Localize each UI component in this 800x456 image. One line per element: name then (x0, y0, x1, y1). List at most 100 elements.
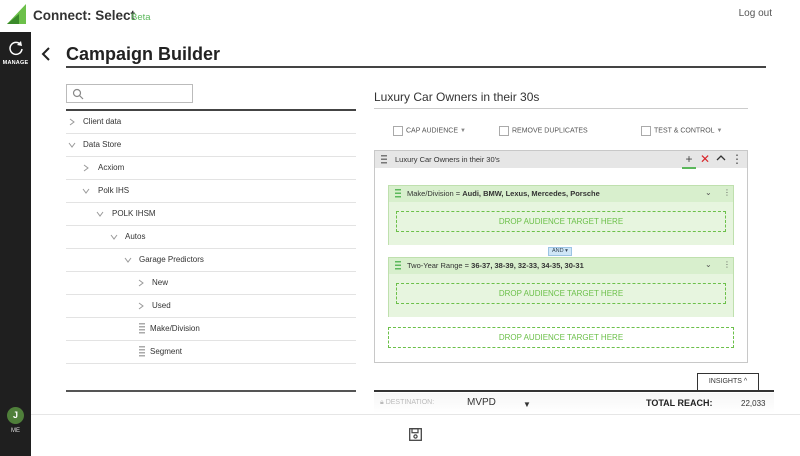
criteria-key: Make/Division (407, 189, 454, 198)
tree-item-label: Make/Division (150, 324, 200, 333)
close-icon[interactable]: ✕ (699, 153, 711, 165)
logout-link[interactable]: Log out (739, 8, 772, 19)
more-vertical-icon[interactable]: ⋮ (723, 188, 731, 197)
tree-item-used[interactable]: Used (66, 295, 356, 318)
search-icon (72, 88, 84, 100)
total-reach-value: 22,033 (741, 399, 766, 408)
caret-down-icon[interactable]: ▼ (717, 128, 723, 134)
chevron-down-icon[interactable]: ⌄ (705, 188, 712, 197)
test-control-checkbox[interactable] (641, 126, 651, 136)
drag-handle-icon[interactable] (139, 323, 145, 334)
and-operator-toggle[interactable]: AND ▾ (548, 247, 572, 256)
remove-duplicates-checkbox[interactable] (499, 126, 509, 136)
chevron-right-icon (137, 279, 145, 287)
chevron-down-icon (124, 256, 132, 264)
cap-audience-checkbox[interactable] (393, 126, 403, 136)
tree-item-label: Autos (125, 232, 146, 241)
chevron-right-icon (137, 302, 145, 310)
tree-item-label: Segment (150, 347, 183, 356)
chevron-down-icon (68, 141, 76, 149)
chevron-up-icon: ^ (743, 378, 748, 385)
chevron-down-icon (110, 233, 118, 241)
tree-item-acxiom[interactable]: Acxiom (66, 157, 356, 180)
chevron-up-icon[interactable] (715, 153, 727, 165)
builder-header: Luxury Car Owners in their 30's + ✕ ⋮ (375, 151, 747, 168)
drop-zone[interactable]: DROP AUDIENCE TARGET HERE (396, 283, 726, 304)
search-input[interactable] (66, 84, 193, 103)
segment-title-divider (374, 108, 748, 109)
add-active-indicator (682, 167, 696, 169)
criteria-values: 36-37, 38-39, 32-33, 34-35, 30-31 (471, 261, 584, 270)
criteria-group: Two-Year Range = 36-37, 38-39, 32-33, 34… (388, 257, 734, 317)
refresh-manage-icon[interactable] (8, 40, 24, 56)
tree-item-data-store[interactable]: Data Store (66, 134, 356, 157)
tree-item-label: Client data (83, 117, 122, 126)
criteria-group-body: DROP AUDIENCE TARGET HERE (389, 274, 733, 317)
remove-duplicates-label: REMOVE DUPLICATES (512, 127, 588, 135)
cap-audience-label: CAP AUDIENCE (406, 127, 458, 135)
destination-select[interactable]: MVPD (467, 397, 496, 408)
criteria-group-header: Make/Division = Audi, BMW, Lexus, Merced… (389, 186, 733, 201)
top-bar: Connect: Select Beta Log out (0, 0, 800, 32)
chevron-right-icon (82, 164, 90, 172)
and-label: AND (552, 248, 564, 254)
audience-builder: Luxury Car Owners in their 30's + ✕ ⋮ Ma… (374, 150, 748, 363)
tree-item-label: POLK IHSM (112, 209, 156, 218)
more-vertical-icon[interactable]: ⋮ (723, 260, 731, 269)
tree-item-autos[interactable]: Autos (66, 226, 356, 249)
destination-label-text: DESTINATION: (385, 399, 435, 406)
chevron-down-icon (96, 210, 104, 218)
criteria-expression: Make/Division = Audi, BMW, Lexus, Merced… (407, 189, 600, 198)
drag-handle-icon[interactable] (395, 261, 401, 270)
drag-handle-icon[interactable] (381, 155, 387, 164)
tree-item-polk-ihs[interactable]: Polk IHS (66, 180, 356, 203)
criteria-key: Two-Year Range (407, 261, 463, 270)
bottom-divider (374, 390, 774, 392)
tree-item-segment[interactable]: Segment (66, 341, 356, 364)
save-icon[interactable] (409, 428, 422, 441)
drop-zone[interactable]: DROP AUDIENCE TARGET HERE (396, 211, 726, 232)
total-reach-label: TOTAL REACH: (646, 398, 713, 408)
criteria-group: Make/Division = Audi, BMW, Lexus, Merced… (388, 185, 734, 245)
criteria-expression: Two-Year Range = 36-37, 38-39, 32-33, 34… (407, 261, 584, 270)
criteria-values: Audi, BMW, Lexus, Mercedes, Porsche (462, 189, 600, 198)
me-label: ME (11, 428, 20, 434)
manage-label[interactable]: MANAGE (0, 60, 31, 66)
avatar[interactable]: J (7, 407, 24, 424)
tree-item-polk-ihsm[interactable]: POLK IHSM (66, 203, 356, 226)
test-control-option[interactable]: TEST & CONTROL ▼ (641, 126, 723, 136)
chevron-down-icon[interactable]: ⌄ (705, 260, 712, 269)
caret-down-icon[interactable]: ▼ (460, 128, 466, 134)
page-title: Campaign Builder (66, 44, 221, 64)
drag-handle-icon[interactable] (139, 346, 145, 357)
tree-item-make-division[interactable]: Make/Division (66, 318, 356, 341)
insights-tab[interactable]: INSIGHTS ^ (697, 373, 759, 390)
destination-label: 🔒︎ DESTINATION: (380, 399, 434, 407)
criteria-group-body: DROP AUDIENCE TARGET HERE (389, 202, 733, 245)
drag-handle-icon[interactable] (395, 189, 401, 198)
tree-item-label: Used (152, 301, 171, 310)
tree-item-client-data[interactable]: Client data (66, 111, 356, 134)
beta-badge: Beta (131, 12, 151, 23)
title-divider (66, 66, 766, 68)
remove-duplicates-option[interactable]: REMOVE DUPLICATES (499, 126, 588, 136)
drop-zone[interactable]: DROP AUDIENCE TARGET HERE (388, 327, 734, 348)
caret-down-icon[interactable]: ▼ (523, 400, 531, 409)
back-chevron-icon[interactable] (40, 46, 52, 62)
cap-audience-option[interactable]: CAP AUDIENCE ▼ (393, 126, 466, 136)
app-title: Connect: Select (33, 8, 136, 23)
segment-title[interactable]: Luxury Car Owners in their 30s (374, 90, 539, 104)
test-control-label: TEST & CONTROL (654, 127, 715, 135)
app-logo-icon (7, 4, 26, 24)
tree-item-label: Garage Predictors (139, 255, 204, 264)
tree-item-label: Acxiom (98, 163, 125, 172)
lock-icon: 🔒︎ (380, 399, 384, 406)
criteria-group-header: Two-Year Range = 36-37, 38-39, 32-33, 34… (389, 258, 733, 273)
tree-item-label: New (152, 278, 169, 287)
add-icon[interactable]: + (683, 153, 695, 165)
footer-divider (31, 414, 800, 415)
tree-item-new[interactable]: New (66, 272, 356, 295)
tree-item-garage-predictors[interactable]: Garage Predictors (66, 249, 356, 272)
more-vertical-icon[interactable]: ⋮ (731, 153, 743, 165)
sidebar: MANAGE J ME (0, 32, 31, 456)
